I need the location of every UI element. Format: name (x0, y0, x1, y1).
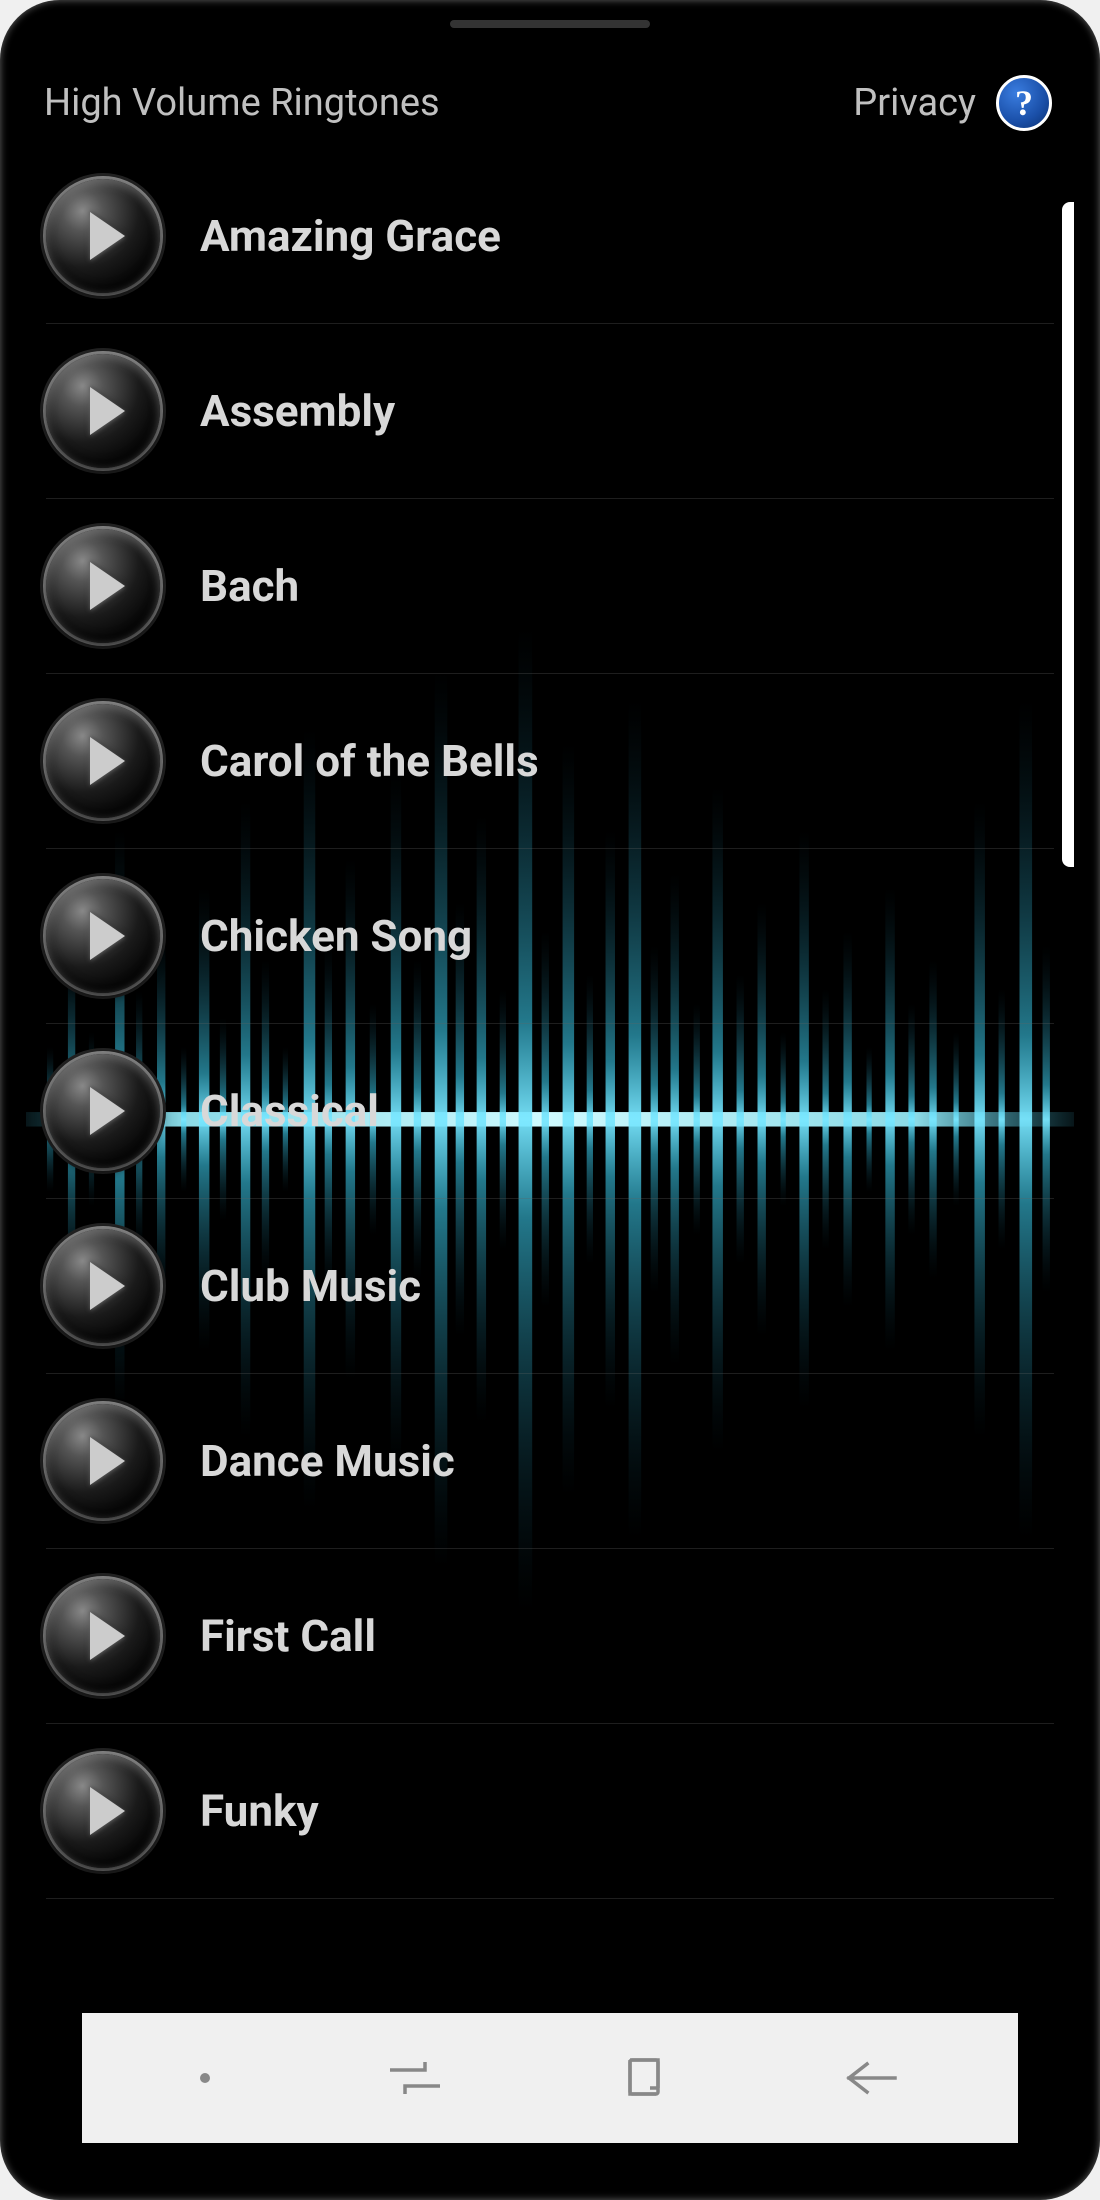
ringtone-label: Assembly (200, 385, 395, 437)
play-button[interactable] (46, 354, 160, 468)
privacy-link[interactable]: Privacy (853, 81, 976, 125)
ringtone-item[interactable]: First Call (46, 1549, 1054, 1724)
nav-back-button[interactable] (843, 2058, 901, 2098)
ringtone-item[interactable]: Classical (46, 1024, 1054, 1199)
ringtone-label: Chicken Song (200, 910, 472, 962)
play-icon (90, 212, 125, 260)
ringtone-label: Classical (200, 1085, 379, 1137)
ringtone-item[interactable]: Assembly (46, 324, 1054, 499)
ringtone-list[interactable]: Amazing Grace Assembly Bach Carol of the Be… (26, 149, 1074, 1899)
play-button[interactable] (46, 1229, 160, 1343)
nav-home-button[interactable] (620, 2054, 668, 2102)
play-button[interactable] (46, 704, 160, 818)
ringtone-label: Bach (200, 560, 299, 612)
home-icon (620, 2054, 668, 2102)
header: High Volume Ringtones Privacy ? (26, 57, 1074, 149)
scrollbar-thumb[interactable] (1062, 202, 1074, 867)
nav-recents-button[interactable] (385, 2058, 445, 2098)
ringtone-item[interactable]: Funky (46, 1724, 1054, 1899)
play-button[interactable] (46, 1054, 160, 1168)
play-icon (90, 1612, 125, 1660)
play-icon (90, 562, 125, 610)
play-icon (90, 1262, 125, 1310)
play-button[interactable] (46, 879, 160, 993)
navigation-bar (82, 2013, 1018, 2143)
ringtone-label: First Call (200, 1610, 376, 1662)
nav-menu-button[interactable] (200, 2073, 210, 2083)
app-content: High Volume Ringtones Privacy ? Amazing … (26, 57, 1074, 1988)
recents-icon (385, 2058, 445, 2098)
help-icon[interactable]: ? (996, 75, 1052, 131)
ringtone-item[interactable]: Bach (46, 499, 1054, 674)
play-icon (90, 387, 125, 435)
dot-icon (200, 2073, 210, 2083)
ringtone-item[interactable]: Club Music (46, 1199, 1054, 1374)
play-icon (90, 1087, 125, 1135)
phone-speaker (450, 20, 650, 28)
screen: High Volume Ringtones Privacy ? Amazing … (22, 22, 1078, 2178)
play-button[interactable] (46, 1754, 160, 1868)
play-icon (90, 737, 125, 785)
play-icon (90, 1437, 125, 1485)
app-title: High Volume Ringtones (44, 81, 440, 125)
ringtone-label: Club Music (200, 1260, 421, 1312)
play-button[interactable] (46, 529, 160, 643)
ringtone-item[interactable]: Dance Music (46, 1374, 1054, 1549)
play-icon (90, 912, 125, 960)
ringtone-item[interactable]: Amazing Grace (46, 149, 1054, 324)
phone-frame: High Volume Ringtones Privacy ? Amazing … (0, 0, 1100, 2200)
ringtone-label: Dance Music (200, 1435, 455, 1487)
play-icon (90, 1787, 125, 1835)
ringtone-item[interactable]: Chicken Song (46, 849, 1054, 1024)
header-actions: Privacy ? (853, 75, 1052, 131)
play-button[interactable] (46, 1404, 160, 1518)
ringtone-label: Carol of the Bells (200, 735, 539, 787)
ringtone-item[interactable]: Carol of the Bells (46, 674, 1054, 849)
ringtone-label: Funky (200, 1785, 319, 1837)
back-icon (843, 2058, 901, 2098)
play-button[interactable] (46, 179, 160, 293)
play-button[interactable] (46, 1579, 160, 1693)
ringtone-label: Amazing Grace (200, 210, 501, 262)
